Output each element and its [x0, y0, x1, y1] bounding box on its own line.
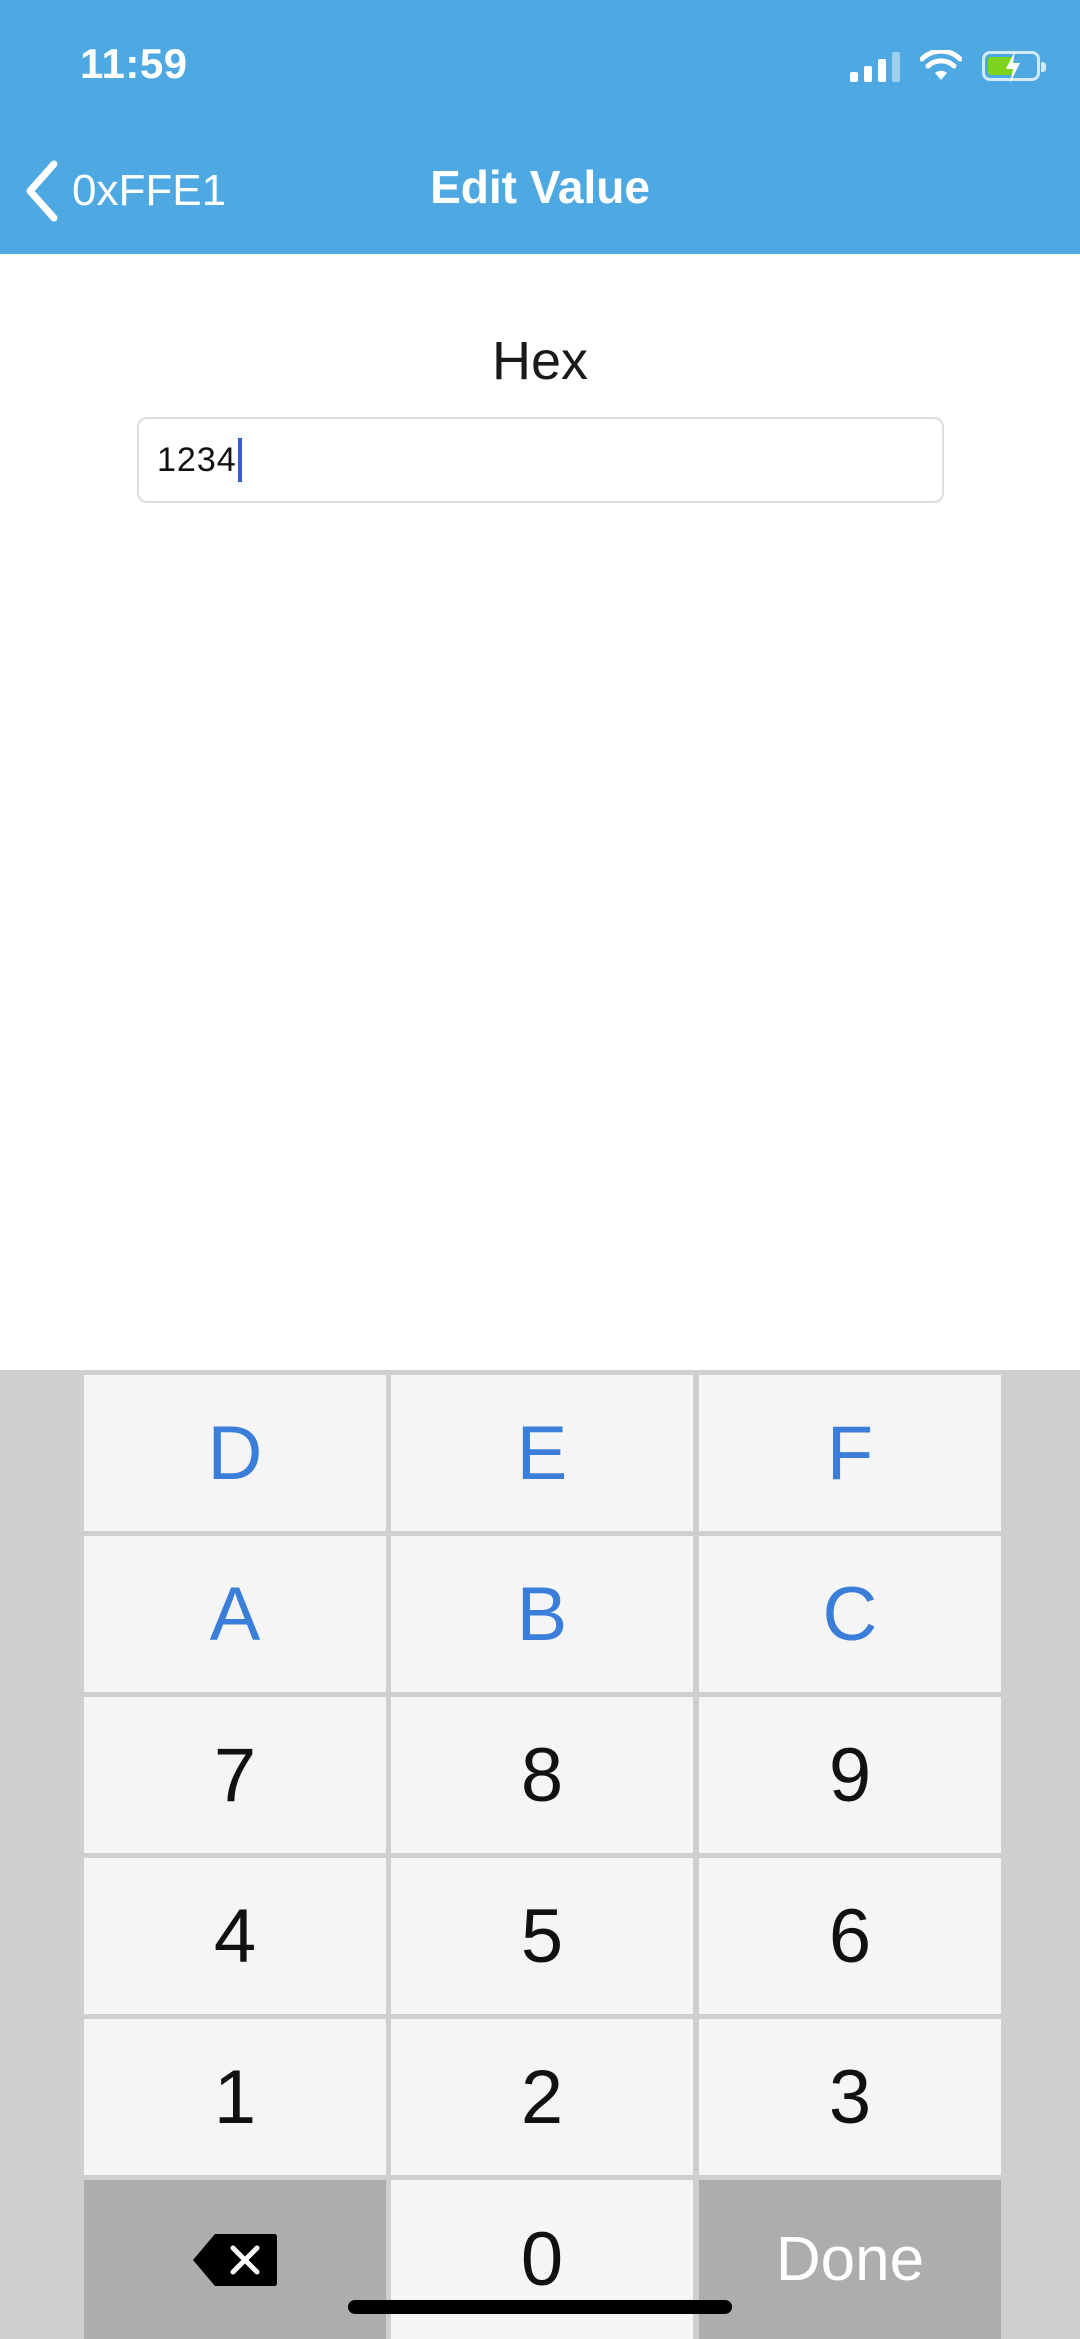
key-a[interactable]: A: [84, 1536, 386, 1692]
wifi-icon: [920, 50, 962, 80]
signal-icon: [850, 50, 900, 82]
delete-key[interactable]: [84, 2180, 386, 2339]
nav-header: 11:59 0xFFE1 Edit Value: [0, 0, 1080, 254]
key-d[interactable]: D: [84, 1375, 386, 1531]
key-3[interactable]: 3: [699, 2019, 1001, 2175]
backspace-icon: [193, 2233, 277, 2286]
key-8[interactable]: 8: [391, 1697, 693, 1853]
hex-input-value: 1234: [157, 440, 237, 479]
status-icons: [850, 46, 1046, 86]
key-0[interactable]: 0: [391, 2180, 693, 2339]
key-5[interactable]: 5: [391, 1858, 693, 2014]
battery-charging-icon: [982, 51, 1046, 83]
key-9[interactable]: 9: [699, 1697, 1001, 1853]
hex-field-label: Hex: [491, 331, 589, 391]
key-f[interactable]: F: [699, 1375, 1001, 1531]
key-4[interactable]: 4: [84, 1858, 386, 2014]
screen: 11:59 0xFFE1 Edit Value Hex 1234 D E F A…: [0, 0, 1080, 2339]
text-caret: [237, 438, 242, 482]
key-2[interactable]: 2: [391, 2019, 693, 2175]
home-indicator[interactable]: [348, 2300, 732, 2314]
key-1[interactable]: 1: [84, 2019, 386, 2175]
page-title: Edit Value: [430, 161, 650, 213]
key-e[interactable]: E: [391, 1375, 693, 1531]
key-c[interactable]: C: [699, 1536, 1001, 1692]
key-6[interactable]: 6: [699, 1858, 1001, 2014]
status-time: 11:59: [80, 40, 188, 87]
done-key[interactable]: Done: [699, 2180, 1001, 2339]
key-b[interactable]: B: [391, 1536, 693, 1692]
key-7[interactable]: 7: [84, 1697, 386, 1853]
hex-input[interactable]: 1234: [137, 417, 944, 503]
hex-keypad: D E F A B C 7 8 9 4 5 6 1 2 3 0 Done: [0, 1370, 1080, 2339]
